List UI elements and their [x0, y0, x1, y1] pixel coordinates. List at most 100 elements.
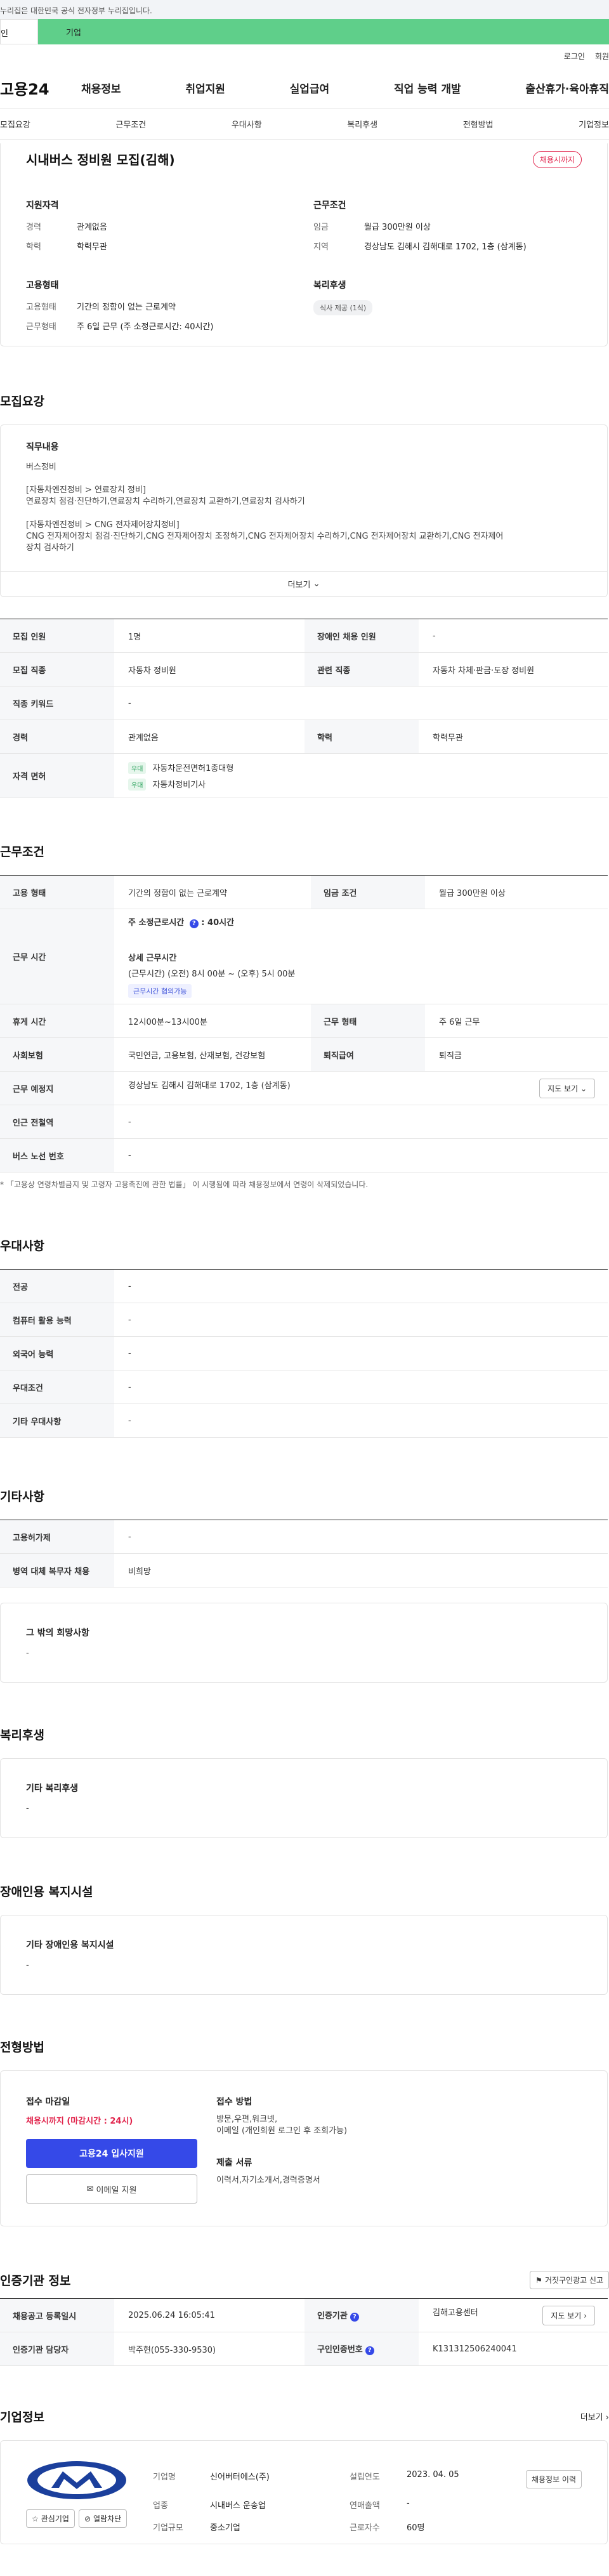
agency-map-button[interactable]: 지도 보기 ›: [542, 2305, 595, 2325]
summary-value: 월급 300만원 이상: [364, 223, 431, 232]
map-view-button[interactable]: 지도 보기 ⌄: [539, 1078, 595, 1098]
subnav-welfare[interactable]: 복리후생: [347, 118, 377, 130]
duty-line: 장치 검사하기: [26, 542, 74, 553]
disabled-facility-box: 기타 장애인용 복지시설 -: [0, 1915, 608, 1995]
table-row: 고용 형태 기간의 정함이 없는 근로계약 임금 조건 월급 300만원 이상: [0, 875, 608, 909]
method-value: 방문,우편,워크넷,: [216, 2115, 278, 2124]
table-row: 인근 전철역 -: [0, 1105, 608, 1139]
subnav-recruit[interactable]: 모집요강: [0, 118, 30, 130]
table-row: 기타 우대사항 -: [0, 1403, 608, 1438]
row-value: 박주현(055-330-9530): [114, 2332, 304, 2366]
conditions-title: 근무조건: [0, 845, 44, 859]
star-icon: ☆: [32, 2514, 39, 2523]
license-name: 자동차운전면허1종대형: [152, 763, 234, 773]
chevron-down-icon: ⌄: [313, 579, 320, 589]
row-value: -: [114, 1269, 608, 1303]
apply-right: 접수 방법 방문,우편,워크넷, 이메일 (개인회원 로그인 후 조회가능) 제…: [216, 2095, 582, 2204]
report-button[interactable]: ⚑ 거짓구인광고 신고: [530, 2271, 609, 2289]
agency-table: 채용공고 등록일시 2025.06.24 16:05:41 인증기관? 김해고용…: [0, 2298, 608, 2366]
row-value: 주 6일 근무: [425, 1004, 608, 1038]
block-company-button[interactable]: ⊘ 열람차단: [78, 2509, 128, 2528]
row-value: -: [114, 1303, 608, 1337]
row-label: 장애인 채용 인원: [304, 619, 419, 653]
table-row: 우대조건 -: [0, 1370, 608, 1404]
conditions-section: 근무조건 고용 형태 기간의 정함이 없는 근로계약 임금 조건 월급 300만…: [0, 843, 609, 1190]
company-value: 신어버터에스(주): [210, 2473, 270, 2482]
welfare-chip: 식사 제공 (1식): [313, 300, 373, 315]
docs-title: 제출 서류: [216, 2158, 252, 2169]
row-label: 고용 형태: [0, 875, 114, 909]
company-more-link[interactable]: 더보기 ›: [580, 2410, 609, 2422]
gnb-item-employment-support[interactable]: 취업지원: [185, 80, 225, 96]
tab-business[interactable]: 기업: [38, 19, 609, 44]
row-label: 학력: [304, 720, 419, 754]
recruit-table: 모집 인원 1명 장애인 채용 인원 - 모집 직종 자동차 정비원 관련 직종…: [0, 619, 608, 798]
row-label: 채용공고 등록일시: [0, 2298, 114, 2332]
gnb-item-jobs[interactable]: 채용정보: [81, 80, 121, 96]
summary-qualification-title: 지원자격: [26, 200, 59, 211]
gov-notice-bar: 누리집은 대한민국 공식 전자정부 누리집입니다.: [0, 0, 609, 19]
job-title: 시내버스 정비원 모집(김해): [26, 152, 175, 168]
hours-cell: 주 소정근로시간 ? : 40시간 상세 근무시간 (근무시간) (오전) 8시…: [114, 909, 608, 1004]
member-type-tabs: 인 기업: [0, 19, 609, 44]
subnav-apply[interactable]: 전형방법: [463, 118, 494, 130]
status-badge: 채용시까지: [532, 151, 582, 168]
row-label: 인증기관 담당자: [0, 2332, 114, 2366]
summary-label: 임금: [313, 223, 329, 232]
row-label: 모집 직종: [0, 652, 114, 687]
duty-line: 버스정비: [26, 463, 56, 472]
license-tag: 우대: [128, 778, 147, 791]
summary-label: 고용형태: [26, 303, 56, 312]
row-value: 퇴직금: [425, 1037, 608, 1072]
tab-individual[interactable]: 인: [0, 19, 38, 44]
row-label: 근무 형태: [311, 1004, 425, 1038]
company-label: 설립연도: [350, 2473, 380, 2482]
apply-button[interactable]: 고용24 입사지원: [26, 2139, 197, 2168]
company-label: 연매출액: [350, 2501, 380, 2511]
signup-link[interactable]: 회원: [595, 51, 609, 67]
hours-detail-title: 상세 근무시간: [128, 953, 177, 963]
agency-org-label: 인증기관?: [304, 2298, 419, 2332]
row-label: 휴게 시간: [0, 1004, 114, 1038]
etc-title: 기타사항: [0, 1490, 44, 1504]
info-icon[interactable]: ?: [189, 919, 199, 928]
row-value: -: [114, 1520, 608, 1554]
gnb-item-maternity[interactable]: 출산휴가·육아휴직: [525, 80, 609, 96]
site-logo[interactable]: 고용24: [0, 77, 81, 99]
duty-more-button[interactable]: 더보기 ⌄: [1, 571, 607, 596]
row-label: 인근 전철역: [0, 1105, 114, 1139]
hours-main-value: 40시간: [207, 917, 235, 928]
gnb-menu: 채용정보 취업지원 실업급여 직업 능력 개발 출산휴가·육아휴직: [81, 80, 609, 96]
apply-section: 전형방법 접수 마감일 채용시까지 (마감시간 : 24시) 고용24 입사지원…: [0, 2038, 609, 2226]
company-label: 근로자수: [350, 2523, 380, 2533]
table-row: 채용공고 등록일시 2025.06.24 16:05:41 인증기관? 김해고용…: [0, 2298, 608, 2332]
global-nav: 고용24 채용정보 취업지원 실업급여 직업 능력 개발 출산휴가·육아휴직: [0, 67, 609, 109]
subnav-conditions[interactable]: 근무조건: [115, 118, 146, 130]
info-icon[interactable]: ?: [365, 2346, 374, 2355]
row-value: -: [114, 686, 608, 720]
row-label: 전공: [0, 1269, 114, 1303]
subnav-preference[interactable]: 우대사항: [232, 118, 262, 130]
summary-qualification: 지원자격 경력 관계없음 학력 학력무관: [26, 199, 294, 260]
preference-table: 전공 - 컴퓨터 활용 능력 - 외국어 능력 - 우대조건 - 기타 우대사항 -: [0, 1269, 608, 1438]
info-icon[interactable]: ?: [350, 2313, 359, 2322]
disabled-facility-section: 장애인용 복지시설 기타 장애인용 복지시설 -: [0, 1883, 609, 1995]
table-row: 외국어 능력 -: [0, 1336, 608, 1370]
license-name: 자동차정비기사: [152, 780, 206, 790]
gnb-item-training[interactable]: 직업 능력 개발: [394, 80, 461, 96]
row-value: -: [114, 1105, 608, 1139]
gnb-item-unemployment[interactable]: 실업급여: [290, 80, 330, 96]
preference-section: 우대사항 전공 - 컴퓨터 활용 능력 - 외국어 능력 - 우대조건 - 기타 우대사…: [0, 1237, 609, 1438]
table-row: 인증기관 담당자 박주현(055-330-9530) 구인인증번호? K1313…: [0, 2332, 608, 2366]
favorite-company-button[interactable]: ☆ 관심기업: [26, 2509, 75, 2528]
duty-line: 연료장치 점검·진단하기,연료장치 수리하기,연료장치 교환하기,연료장치 검사…: [26, 497, 305, 507]
summary-welfare-title: 복리후생: [313, 280, 346, 291]
welfare-value: -: [26, 1804, 29, 1813]
email-apply-button[interactable]: ✉ 이메일 지원: [26, 2174, 197, 2204]
duty-box: 직무내용 버스정비 [자동차엔진정비 > 연료장치 정비] 연료장치 점검·진단…: [0, 424, 608, 597]
row-label: 근무 시간: [0, 909, 114, 1004]
subnav-company[interactable]: 기업정보: [579, 118, 609, 130]
company-logo-area: ☆ 관심기업 ⊘ 열람차단: [26, 2454, 153, 2533]
login-link[interactable]: 로그인: [564, 51, 585, 67]
job-history-button[interactable]: 채용정보 이력: [525, 2470, 582, 2488]
